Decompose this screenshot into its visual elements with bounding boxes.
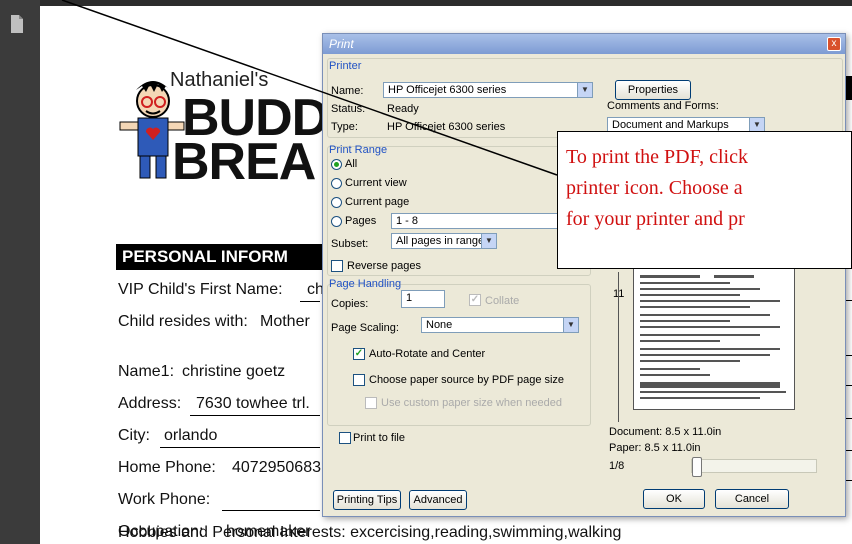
hobbies-label: Hobbies and Personal Interests:: [118, 524, 346, 541]
callout-line-2: printer icon. Choose a: [566, 177, 743, 199]
callout-text: To print the PDF, click printer icon. Ch…: [566, 142, 852, 235]
callout-line-3: for your printer and pr: [566, 208, 745, 230]
field-label-hobbies: Hobbies and Personal Interests: excercis…: [118, 524, 621, 542]
callout-pointer-line: [61, 0, 558, 176]
hobbies-value[interactable]: excercising,reading,swimming,walking: [350, 524, 621, 541]
instruction-callout: To print the PDF, click printer icon. Ch…: [557, 131, 852, 269]
callout-line-1: To print the PDF, click: [566, 146, 748, 168]
